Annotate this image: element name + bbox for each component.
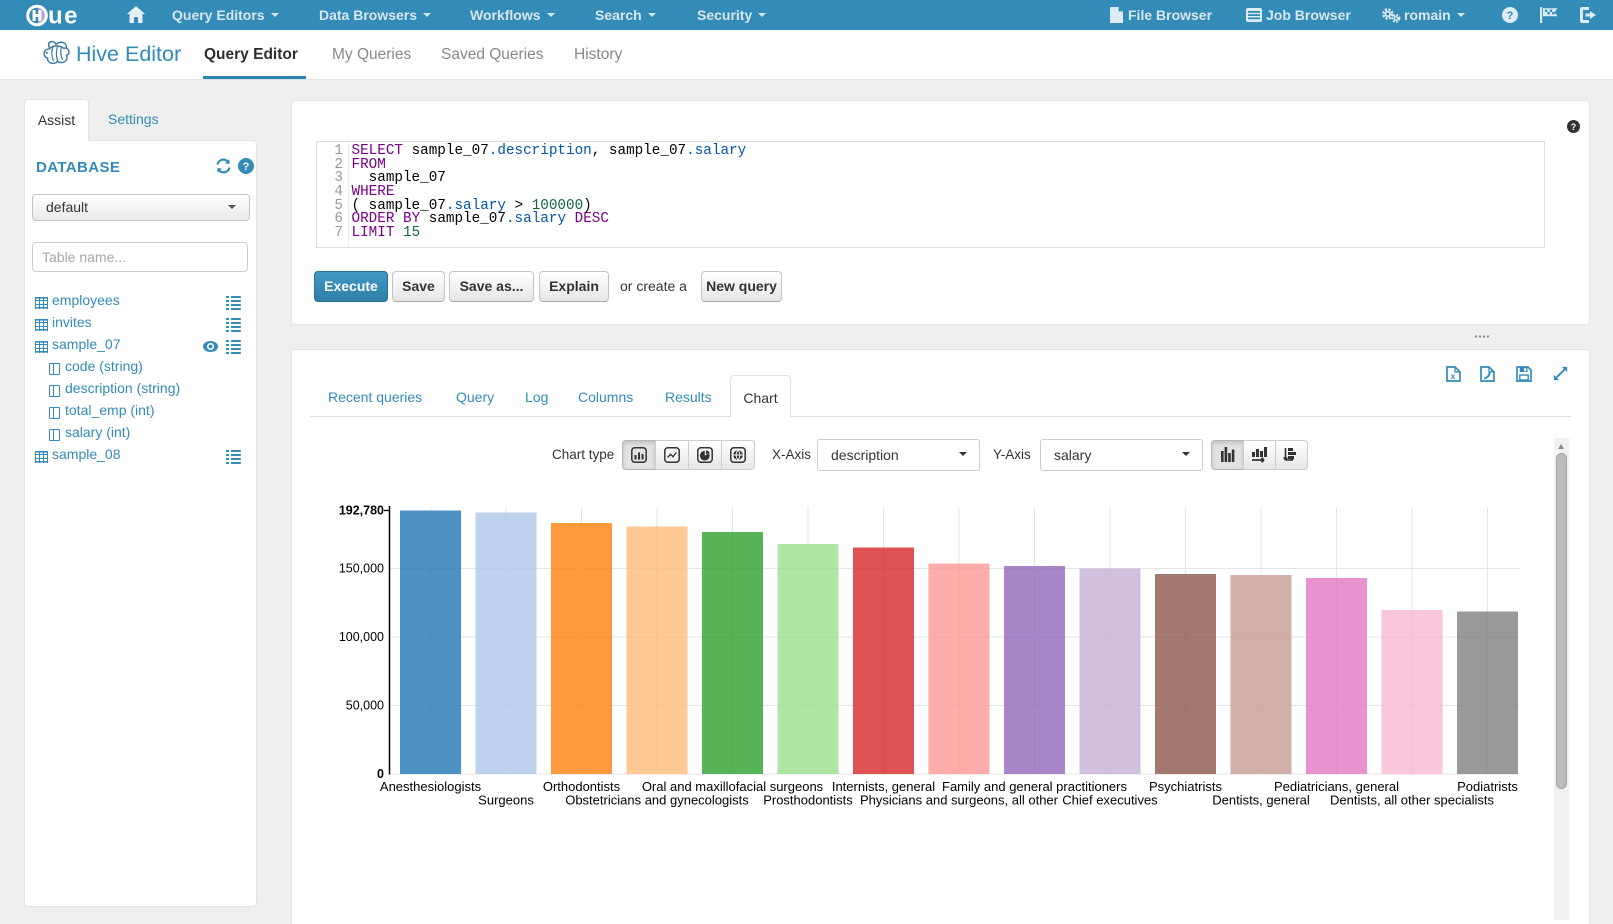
svg-text:150,000: 150,000 — [339, 562, 384, 576]
svg-text:Dentists, general: Dentists, general — [1212, 793, 1310, 808]
svg-text:Physicians and surgeons, all o: Physicians and surgeons, all other — [860, 793, 1059, 808]
svg-text:Dentists, all other specialist: Dentists, all other specialists — [1330, 793, 1495, 808]
svg-text:100,000: 100,000 — [339, 630, 384, 644]
svg-text:?: ? — [243, 161, 250, 173]
svg-text:Anesthesiologists: Anesthesiologists — [380, 779, 482, 794]
svg-text:Chief executives: Chief executives — [1062, 793, 1158, 808]
svg-text:Surgeons: Surgeons — [478, 793, 534, 808]
svg-text:50,000: 50,000 — [346, 699, 384, 713]
svg-text:Prosthodontists: Prosthodontists — [763, 793, 853, 808]
svg-text:Obstetricians and gynecologist: Obstetricians and gynecologists — [565, 793, 749, 808]
svg-text:192,780: 192,780 — [339, 504, 384, 518]
